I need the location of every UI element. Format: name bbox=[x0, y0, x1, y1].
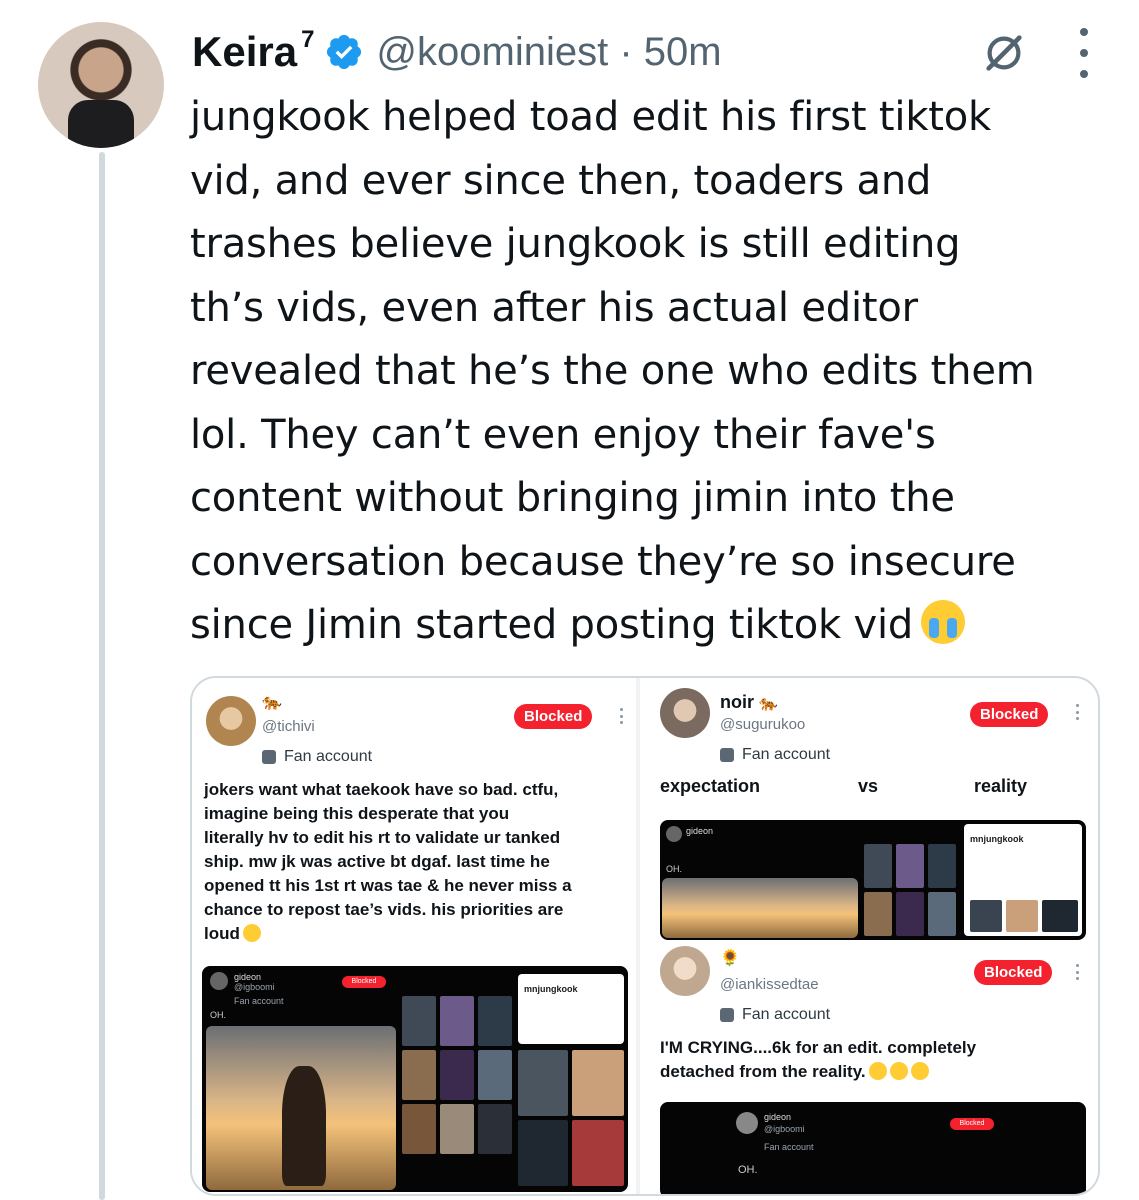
fan-account-label: Fan account bbox=[262, 748, 372, 766]
crying-face-icon bbox=[910, 1062, 929, 1080]
fan-account-icon bbox=[720, 748, 734, 762]
loudly-crying-face-icon bbox=[921, 600, 966, 644]
fan-account-text: Fan account bbox=[742, 1006, 831, 1023]
iankissedtae-post-text: I'M CRYING....6k for an edit. completely… bbox=[660, 1036, 1080, 1084]
handle-text: @koominiest bbox=[376, 29, 609, 74]
author-name[interactable]: Keira bbox=[192, 28, 297, 76]
photo-tile bbox=[1042, 900, 1078, 932]
sunset-photo bbox=[662, 878, 858, 938]
fan-account-icon bbox=[720, 1008, 734, 1022]
fan-account-icon bbox=[262, 750, 276, 764]
embedded-screenshot: gideon OH. mnjungkook bbox=[660, 820, 1086, 940]
photo-tile bbox=[402, 996, 436, 1046]
verified-badge-icon bbox=[327, 34, 362, 70]
gideon-handle: @igboomi bbox=[764, 1124, 805, 1134]
crying-face-icon bbox=[889, 1062, 908, 1080]
fan-account-text: Fan account bbox=[284, 748, 373, 765]
tichivi-avatar bbox=[206, 696, 256, 746]
more-options-icon bbox=[620, 708, 624, 724]
reality-label: reality bbox=[974, 776, 1028, 796]
photo-tile bbox=[518, 1120, 568, 1186]
blocked-badge: Blocked bbox=[970, 702, 1049, 727]
gideon-fan: Fan account bbox=[234, 996, 284, 1006]
crying-face-icon bbox=[868, 1062, 887, 1080]
gideon-avatar bbox=[736, 1112, 758, 1134]
blocked-badge: Blocked bbox=[514, 704, 593, 729]
gideon-name: gideon bbox=[686, 826, 714, 836]
gideon-blocked: Blocked bbox=[950, 1118, 994, 1130]
iankissedtae-post-body: I'M CRYING....6k for an edit. completely… bbox=[660, 1038, 977, 1081]
vs-label: vs bbox=[858, 776, 879, 796]
gideon-handle: @igboomi bbox=[234, 982, 275, 992]
tweet-header: Keira 7 @koominiest · 50m bbox=[192, 24, 1119, 80]
gideon-avatar bbox=[210, 972, 228, 990]
photo-tile bbox=[572, 1120, 624, 1186]
noir-name-text: noir bbox=[720, 692, 754, 712]
more-options-icon bbox=[1076, 704, 1080, 720]
expectation-label: expectation bbox=[660, 776, 761, 796]
thread-line bbox=[99, 152, 105, 1200]
iankissedtae-handle: @iankissedtae bbox=[720, 976, 819, 993]
author-name-superscript: 7 bbox=[301, 26, 315, 53]
noir-badge-emoji: 🐅 bbox=[759, 695, 778, 712]
photo-tile bbox=[478, 1104, 512, 1154]
embedded-screenshot: gideon @igboomi Fan account Blocked OH. bbox=[660, 1102, 1086, 1194]
profile-name: mnjungkook bbox=[970, 834, 1024, 844]
gideon-caption: OH. bbox=[738, 1164, 758, 1176]
noir-handle: @sugurukoo bbox=[720, 716, 806, 733]
media-right-panel: noir 🐅 @sugurukoo Blocked Fan account ex… bbox=[640, 678, 1098, 1194]
fan-account-label: Fan account bbox=[720, 1006, 830, 1024]
author-handle[interactable]: @koominiest · 50m bbox=[376, 30, 721, 75]
more-options-icon[interactable] bbox=[1077, 28, 1091, 78]
photo-tile bbox=[402, 1050, 436, 1100]
photo-tile bbox=[440, 1104, 474, 1154]
iankissedtae-avatar bbox=[660, 946, 710, 996]
photo-tile bbox=[864, 892, 892, 936]
tweet-time[interactable]: 50m bbox=[644, 30, 722, 74]
gideon-caption: OH. bbox=[210, 1010, 227, 1020]
photo-tile bbox=[478, 1050, 512, 1100]
photo-tile bbox=[928, 844, 956, 888]
tichivi-post-body: jokers want what taekook have so bad. ct… bbox=[204, 780, 572, 943]
tichivi-badge-emoji: 🐅 bbox=[262, 694, 282, 711]
gideon-caption: OH. bbox=[666, 864, 683, 874]
tweet-body: jungkook helped toad edit his first tikt… bbox=[190, 86, 1120, 658]
photo-tile bbox=[518, 1050, 568, 1116]
profile-name: mnjungkook bbox=[524, 984, 578, 994]
grok-icon[interactable] bbox=[981, 30, 1027, 76]
noir-avatar bbox=[660, 688, 710, 738]
tweet-media-image[interactable]: 🐅 @tichivi Blocked Fan account jokers wa… bbox=[190, 676, 1100, 1196]
tichivi-handle: @tichivi bbox=[262, 718, 315, 735]
photo-tile bbox=[402, 1104, 436, 1154]
photo-tile bbox=[896, 844, 924, 888]
person-silhouette bbox=[282, 1066, 326, 1186]
gideon-blocked: Blocked bbox=[342, 976, 386, 988]
noir-name: noir 🐅 bbox=[720, 692, 778, 713]
blocked-badge: Blocked bbox=[974, 960, 1053, 985]
author-avatar[interactable] bbox=[38, 22, 164, 148]
photo-tile bbox=[896, 892, 924, 936]
photo-tile bbox=[440, 1050, 474, 1100]
photo-tile bbox=[440, 996, 474, 1046]
fan-account-text: Fan account bbox=[742, 746, 831, 763]
photo-tile bbox=[1006, 900, 1038, 932]
iankissedtae-badge-emoji: 🌻 bbox=[720, 950, 740, 967]
gideon-name: gideon bbox=[234, 972, 262, 982]
crying-face-icon bbox=[242, 924, 261, 942]
photo-tile bbox=[572, 1050, 624, 1116]
tichivi-post-text: jokers want what taekook have so bad. ct… bbox=[204, 778, 634, 946]
gideon-avatar bbox=[666, 826, 682, 842]
more-options-icon bbox=[1076, 964, 1080, 980]
photo-tile bbox=[928, 892, 956, 936]
photo-tile bbox=[478, 996, 512, 1046]
photo-tile bbox=[864, 844, 892, 888]
separator-dot: · bbox=[619, 29, 633, 74]
gideon-fan: Fan account bbox=[764, 1142, 814, 1152]
gideon-name: gideon bbox=[764, 1112, 792, 1122]
media-left-panel: 🐅 @tichivi Blocked Fan account jokers wa… bbox=[192, 678, 636, 1194]
fan-account-label: Fan account bbox=[720, 746, 830, 764]
embedded-screenshot: gideon @igboomi Blocked Fan account OH. … bbox=[202, 966, 628, 1192]
tweet-text: jungkook helped toad edit his first tikt… bbox=[190, 94, 1035, 648]
photo-tile bbox=[970, 900, 1002, 932]
